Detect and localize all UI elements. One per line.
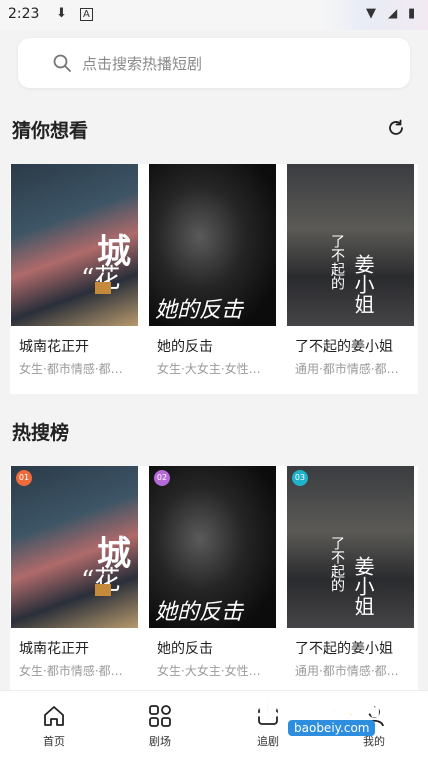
poster-decoration <box>95 282 111 294</box>
tab-theater[interactable]: 剧场 <box>120 703 200 749</box>
drama-title: 城南花正开 <box>19 641 89 657</box>
poster-title-text: 姜小姐 <box>351 556 375 616</box>
poster-decoration <box>95 584 111 596</box>
rank-badge: 01 <box>16 470 32 486</box>
poster-title-text: 她的反击 <box>155 298 244 323</box>
poster-title-text: 姜小姐 <box>351 254 375 314</box>
drama-tags: 通用·都市情感·都… <box>295 362 399 376</box>
poster-image: 城 “花 <box>11 164 138 326</box>
drama-title: 了不起的姜小姐 <box>295 641 393 657</box>
battery-icon: ▮ <box>408 6 416 21</box>
search-icon <box>53 54 71 72</box>
poster-title-text: 了不起的 <box>329 234 345 290</box>
poster-title-text: 了不起的 <box>329 536 345 592</box>
tab-label: 首页 <box>43 735 65 748</box>
watermark-text: 宝贝游戏网 <box>256 692 381 721</box>
app-notification-icon: A <box>80 8 93 21</box>
rank-badge: 03 <box>292 470 308 486</box>
search-placeholder: 点击搜索热播短剧 <box>82 55 203 73</box>
watermark-url: baobeiy.com <box>288 720 376 736</box>
status-time: 2:23 <box>8 6 40 22</box>
drama-title: 她的反击 <box>157 641 213 657</box>
drama-card[interactable]: 她的反击 02 她的反击 女生·大女主·女性… <box>149 466 276 678</box>
drama-tags: 女生·大女主·女性… <box>157 664 261 678</box>
drama-tags: 女生·都市情感·都… <box>19 664 123 678</box>
tab-home[interactable]: 首页 <box>14 703 94 749</box>
drama-tags: 女生·都市情感·都… <box>19 362 123 376</box>
refresh-icon[interactable] <box>386 118 406 138</box>
drama-title: 城南花正开 <box>19 339 89 355</box>
section-title-hot: 热搜榜 <box>12 422 70 444</box>
poster-image: 她的反击 <box>149 164 276 326</box>
wifi-icon: ▼ <box>366 6 376 21</box>
drama-title: 了不起的姜小姐 <box>295 339 393 355</box>
section-title-recommend: 猜你想看 <box>12 120 89 142</box>
tab-label: 剧场 <box>149 735 171 748</box>
signal-icon: ◢ <box>388 6 398 20</box>
rank-badge: 02 <box>154 470 170 486</box>
poster-image: 了不起的 姜小姐 <box>287 164 414 326</box>
drama-card[interactable]: 她的反击 她的反击 女生·大女主·女性… <box>149 164 276 376</box>
drama-card[interactable]: 城 “花 01 城南花正开 女生·都市情感·都… <box>11 466 138 678</box>
watermark: 宝贝游戏网 baobeiy.com <box>252 676 402 746</box>
recommend-row: 城 “花 城南花正开 女生·都市情感·都… 她的反击 她的反击 女生·大女主·女… <box>10 164 418 394</box>
drama-tags: 女生·大女主·女性… <box>157 362 261 376</box>
drama-card[interactable]: 城 “花 城南花正开 女生·都市情感·都… <box>11 164 138 376</box>
poster-title-text: 她的反击 <box>155 600 244 625</box>
poster-image: 她的反击 02 <box>149 466 276 628</box>
drama-title: 她的反击 <box>157 339 213 355</box>
poster-image: 城 “花 01 <box>11 466 138 628</box>
download-icon: ⬇ <box>56 6 67 21</box>
drama-card[interactable]: 了不起的 姜小姐 了不起的姜小姐 通用·都市情感·都… <box>287 164 414 376</box>
search-bar[interactable]: 点击搜索热播短剧 <box>18 38 410 88</box>
theater-icon <box>149 705 171 727</box>
drama-card[interactable]: 了不起的 姜小姐 03 了不起的姜小姐 通用·都市情感·都… <box>287 466 414 678</box>
status-bar: 2:23 ⬇ A ▼ ◢ ▮ <box>0 0 428 30</box>
home-icon <box>44 706 64 726</box>
hot-row: 城 “花 01 城南花正开 女生·都市情感·都… 她的反击 02 她的反击 女生… <box>10 466 418 690</box>
poster-image: 了不起的 姜小姐 03 <box>287 466 414 628</box>
